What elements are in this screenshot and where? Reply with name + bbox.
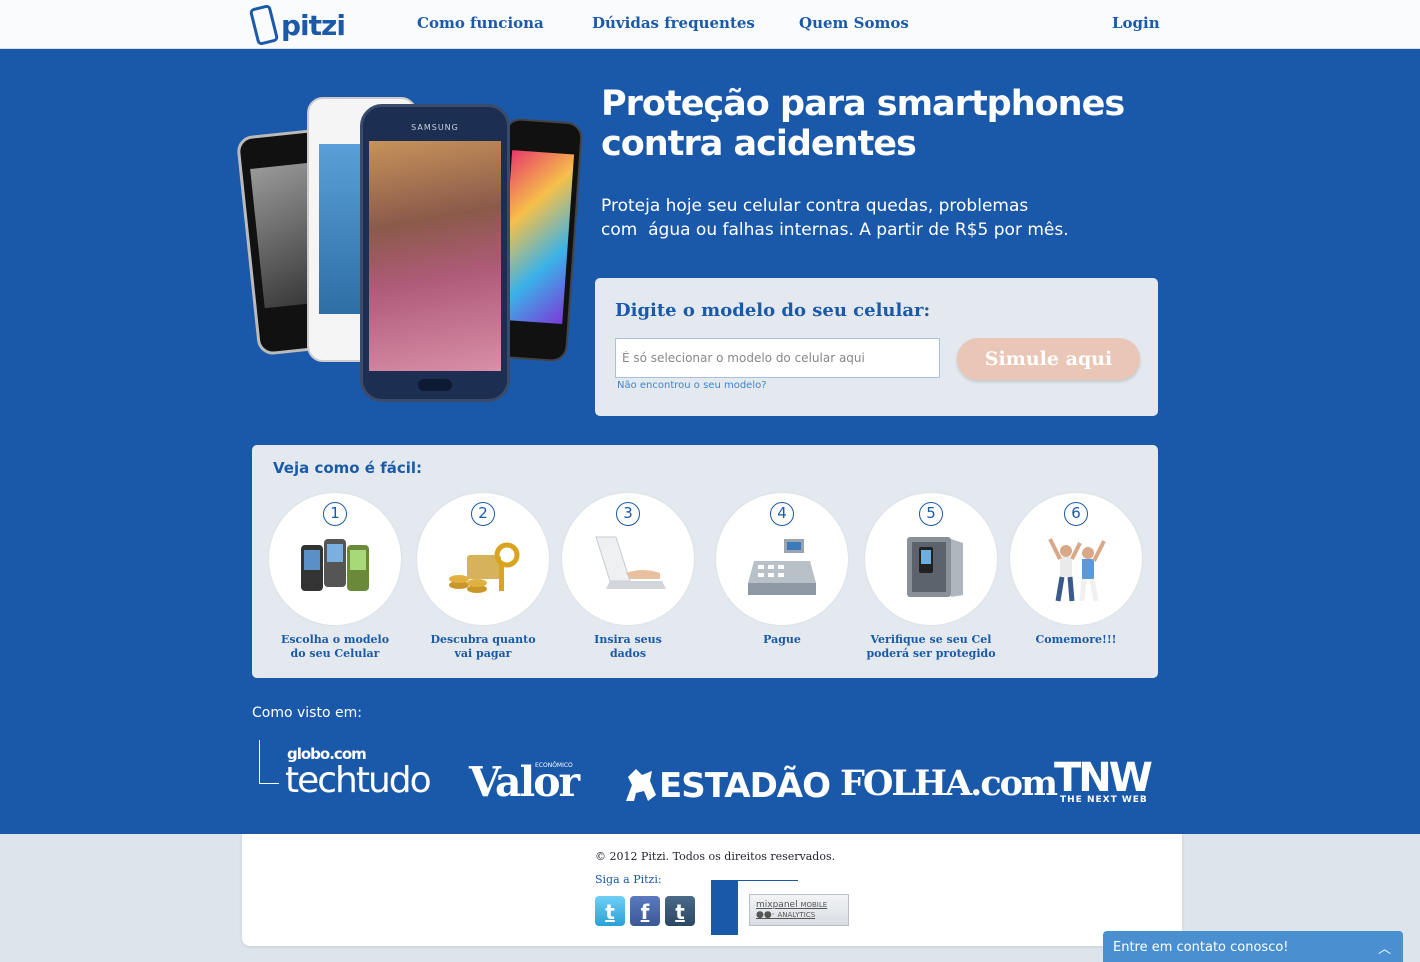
samsung-galaxy-image: SAMSUNG [360,104,510,402]
hero-subtitle: Proteja hoje seu celular contra quedas, … [601,194,1101,242]
step-label: Escolha o modelo do seu Celular [260,633,410,661]
simulator-title: Digite o modelo do seu celular: [615,300,931,321]
steps-title: Veja como é fácil: [273,459,423,477]
cash-register-icon [748,539,816,595]
how-it-works-panel: Veja como é fácil: 1 Escolha o modelo do… [252,445,1158,678]
step-circle: 3 [562,493,694,625]
step-circle: 5 [865,493,997,625]
copyright-text: © 2012 Pitzi. Todos os direitos reservad… [595,850,836,863]
top-navigation-bar: pitzi Como funciona Dúvidas frequentes Q… [0,0,1420,49]
step-label: Verifique se seu Cel poderá ser protegid… [856,633,1006,661]
step-3: 3 Insira seus dados [553,493,703,661]
step-label: Descubra quanto vai pagar [408,633,558,661]
step-label-line-1: Pague [763,633,801,646]
headline-line-1: Proteção para smartphones [601,84,1125,124]
step-number: 1 [323,502,347,526]
hero-headline: Proteção para smartphones contra acident… [601,84,1125,164]
follow-label: Siga a Pitzi: [595,873,662,886]
press-title: Como visto em: [252,705,362,721]
phone-model-input[interactable] [615,338,940,378]
step-label-line-1: Escolha o modelo [280,633,390,646]
headline-line-2: contra acidentes [601,124,917,164]
phone-outline-icon [248,3,280,47]
step-label: Comemore!!! [1001,633,1151,647]
step-6: 6 Comemore!!! [1001,493,1151,647]
step-label-line-2: poderá ser protegido [866,647,996,660]
subtitle-line-1: Proteja hoje seu celular contra quedas, … [601,196,1029,216]
step-5: 5 Verifique se seu Cel poderá ser proteg… [856,493,1006,661]
step-number: 5 [919,502,943,526]
step-number: 6 [1064,502,1088,526]
step-label-line-1: Comemore!!! [1035,633,1117,646]
step-circle: 2 [417,493,549,625]
facebook-icon[interactable]: f [630,896,660,926]
mixpanel-dots: ●●· [756,910,775,920]
nav-como-funciona[interactable]: Como funciona [417,14,544,32]
simulate-button[interactable]: Simule aqui [957,338,1140,380]
valor-logo: Valor [469,758,580,806]
step-label: Pague [707,633,857,647]
nav-duvidas-frequentes[interactable]: Dúvidas frequentes [592,14,755,32]
techtudo-logo: techtudo [285,760,432,801]
step-label-line-2: vai pagar [454,647,512,660]
footer-divider [738,880,798,881]
step-number: 4 [770,502,794,526]
twitter-icon[interactable]: t [595,896,625,926]
model-not-found-link[interactable]: Não encontrou o seu modelo? [617,380,767,391]
nav-quem-somos[interactable]: Quem Somos [799,14,909,32]
step-label-line-1: Insira seus [594,633,662,646]
mixpanel-tag-1: MOBILE [800,901,828,909]
step-circle: 4 [716,493,848,625]
step-circle: 6 [1010,493,1142,625]
footer: © 2012 Pitzi. Todos os direitos reservad… [242,834,1182,946]
hero-section [0,49,1420,834]
celebrating-couple-icon [1048,538,1106,602]
laptop-typing-icon [595,536,666,589]
phone-model-simulator: Digite o modelo do seu celular: Não enco… [595,278,1158,416]
chevron-up-icon: ︿ [1377,942,1391,957]
step-label-line-2: do seu Celular [290,647,380,660]
estadao-horse-icon [626,769,656,801]
coins-key-icon [449,542,520,593]
safe-icon [907,537,963,597]
phone-brand-text: SAMSUNG [411,123,459,132]
step-label-line-1: Descubra quanto [430,633,536,646]
step-2: 2 Descubra quanto vai pagar [408,493,558,661]
login-link[interactable]: Login [1112,14,1160,32]
step-4: 4 Pague [707,493,857,647]
press-bracket-decoration [259,740,279,784]
estadao-logo: ESTADÃO [659,766,831,806]
phones-icon [301,539,369,591]
contact-widget-label: Entre em contato conosco! [1113,940,1289,955]
mixpanel-tag-2: ANALYTICS [777,911,816,919]
logo-text: pitzi [281,8,346,42]
step-label-line-1: Verifique se seu Cel [870,633,992,646]
step-number: 3 [616,502,640,526]
tnw-logo-small: THE NEXT WEB [1060,795,1148,805]
pitzi-logo[interactable]: pitzi [248,3,346,47]
step-1: 1 Escolha o modelo do seu Celular [260,493,410,661]
step-circle: 1 [269,493,401,625]
step-label-line-2: dados [609,647,647,660]
step-label: Insira seus dados [553,633,703,661]
step-number: 2 [471,502,495,526]
mixpanel-badge[interactable]: mixpanel MOBILE ●●· ANALYTICS [749,894,849,926]
subtitle-line-2: com água ou falhas internas. A partir de… [601,220,1069,240]
smartphones-illustration: SAMSUNG [235,92,584,407]
tumblr-icon[interactable]: t [665,896,695,926]
mixpanel-name: mixpanel [756,900,798,910]
contact-widget[interactable]: Entre em contato conosco! ︿ [1103,931,1403,962]
footer-blue-block [711,880,738,935]
folha-logo: FOLHA.com [840,763,1058,804]
